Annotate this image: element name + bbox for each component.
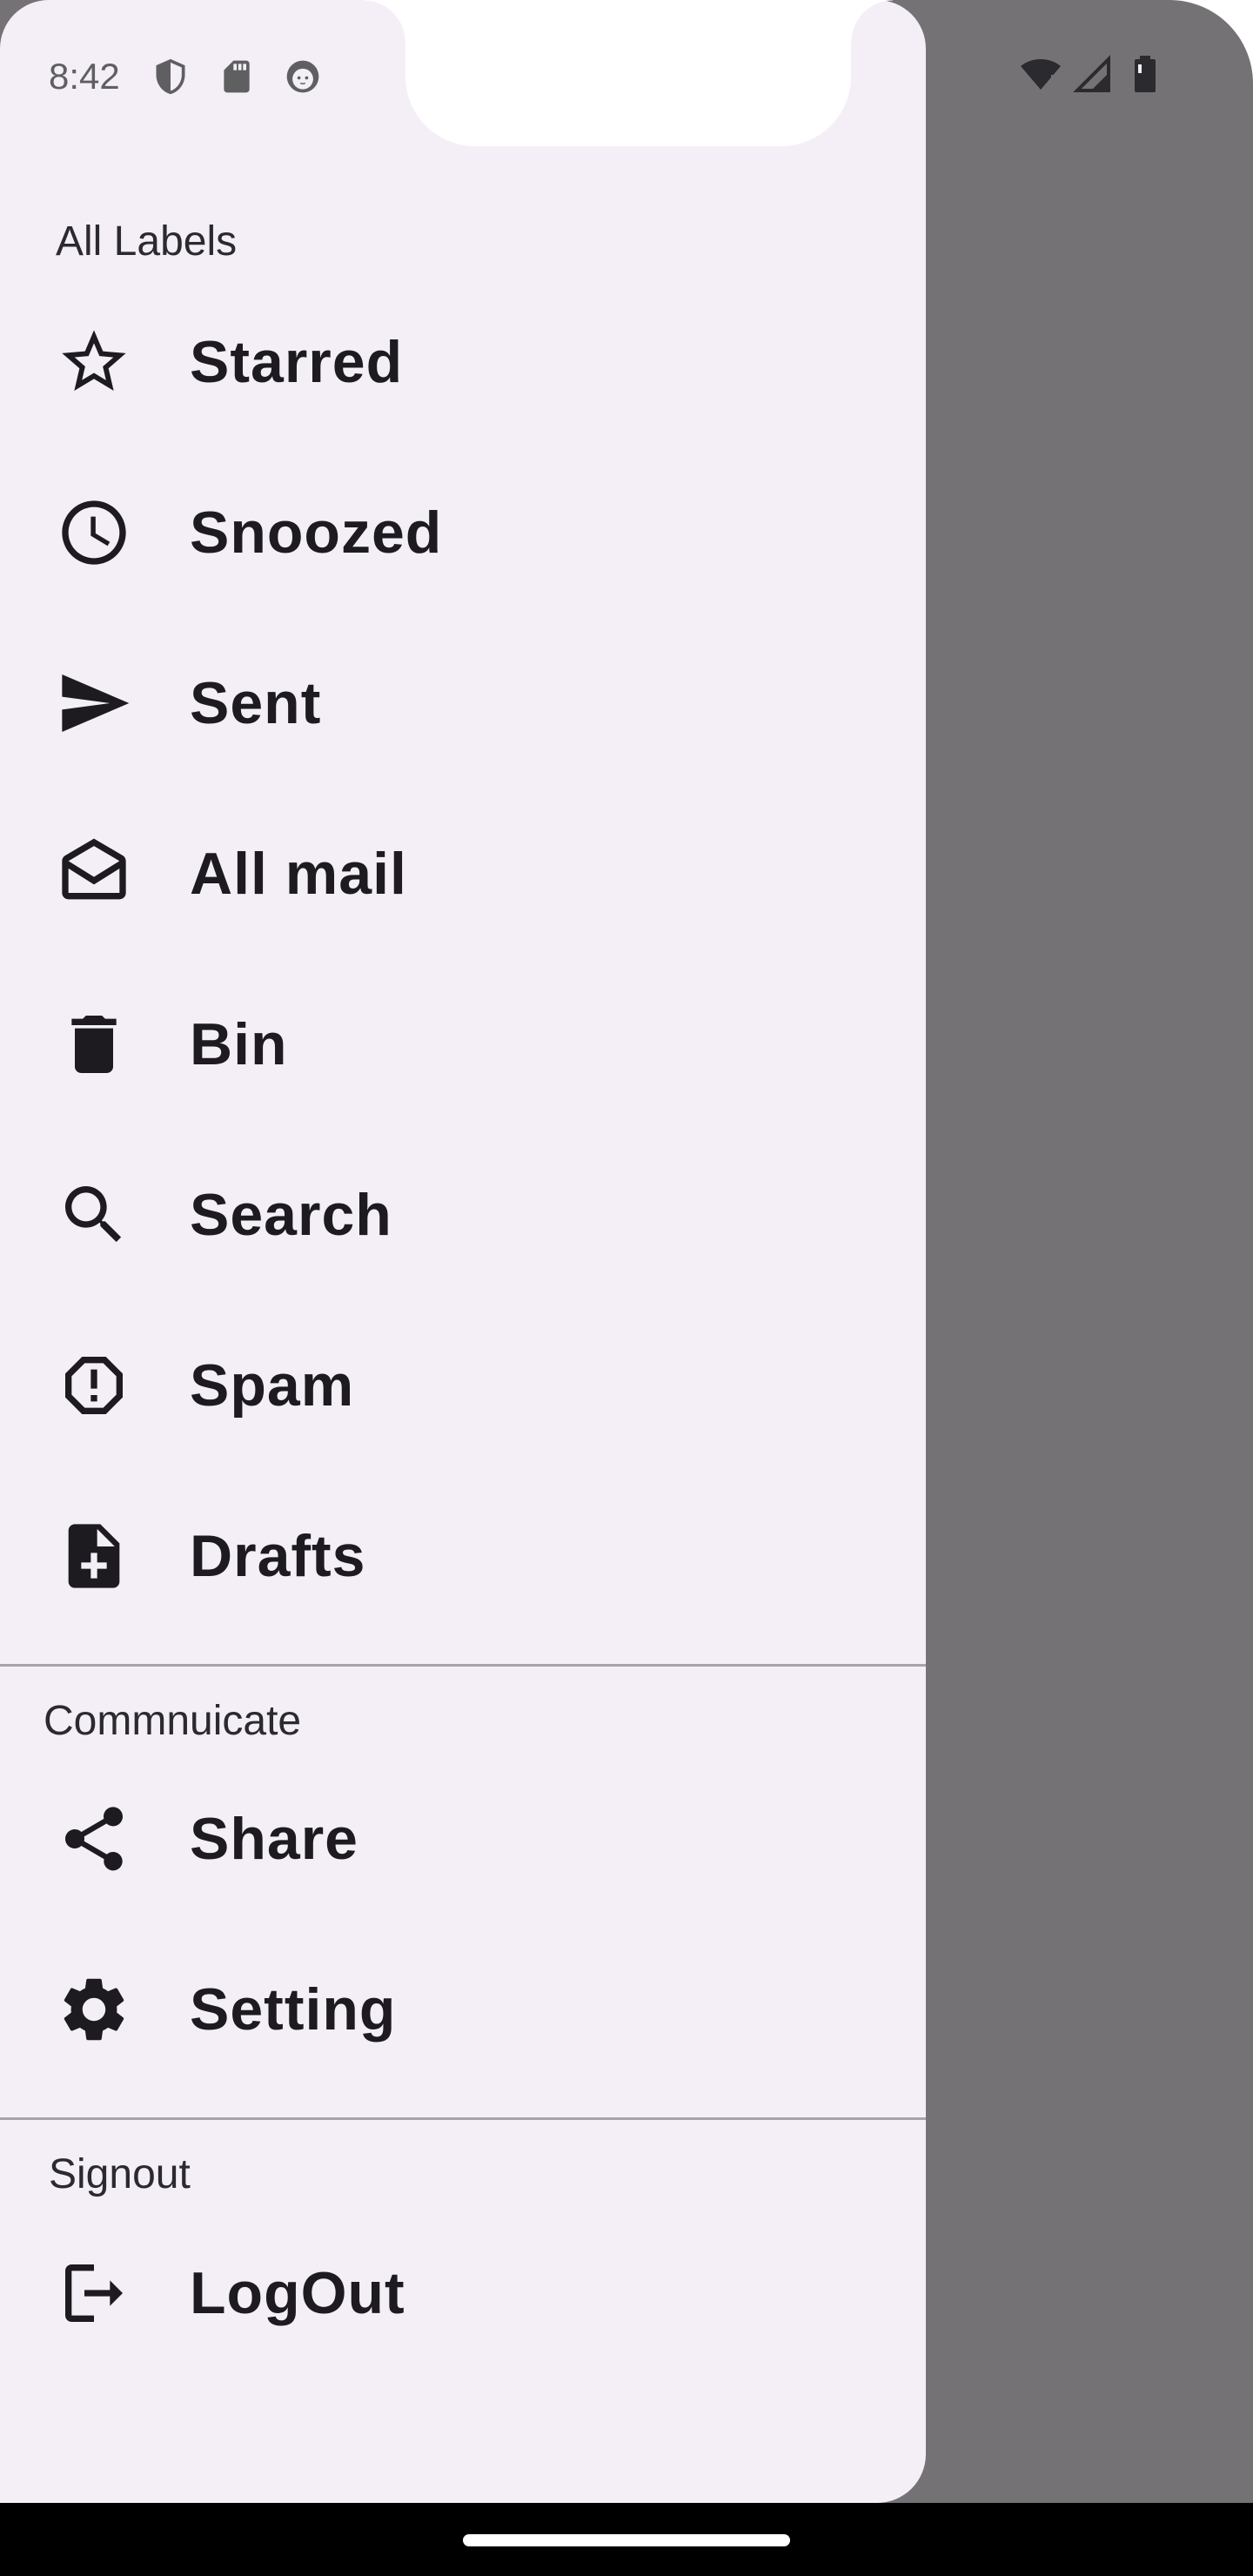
sd-card-icon <box>218 57 256 96</box>
drawer-item-label: Search <box>190 1182 392 1248</box>
section-title-signout: Signout <box>49 2151 191 2197</box>
report-icon <box>56 1347 132 1424</box>
section-title-all-labels: All Labels <box>56 218 238 265</box>
drawer-item-snoozed[interactable]: Snoozed <box>0 447 926 618</box>
wifi-icon <box>1020 54 1061 92</box>
status-bar-right <box>1015 52 1171 94</box>
drawer-item-label: Share <box>190 1806 358 1872</box>
drawer-item-all-mail[interactable]: All mail <box>0 788 926 959</box>
section-title-communicate: Commnuicate <box>44 1698 302 1744</box>
drawer-item-sent[interactable]: Sent <box>0 618 926 788</box>
drawer-item-label: Drafts <box>190 1523 366 1589</box>
section-divider <box>0 2117 926 2120</box>
navigation-drawer: All Labels Starred Snoozed Sent All mail… <box>0 0 926 2503</box>
note-add-icon <box>56 1518 132 1594</box>
drawer-item-label: All mail <box>190 841 407 907</box>
drawer-item-starred[interactable]: Starred <box>0 277 926 447</box>
drawer-item-spam[interactable]: Spam <box>0 1300 926 1471</box>
section-divider <box>0 1664 926 1667</box>
clock-icon <box>56 494 132 571</box>
drawer-item-label: Setting <box>190 1976 397 2043</box>
drawer-item-label: LogOut <box>190 2260 405 2326</box>
drawer-item-label: Spam <box>190 1352 355 1419</box>
share-icon <box>56 1801 132 1877</box>
status-bar-left: 8:42 <box>49 45 350 108</box>
send-icon <box>56 665 132 741</box>
drawer-item-setting[interactable]: Setting <box>0 1924 926 2095</box>
battery-icon <box>1124 54 1163 92</box>
mail-open-icon <box>56 835 132 912</box>
status-time: 8:42 <box>49 56 120 97</box>
trash-icon <box>56 1006 132 1083</box>
camera-notch <box>364 0 893 146</box>
drawer-item-label: Sent <box>190 670 322 736</box>
drawer-item-label: Starred <box>190 329 404 395</box>
drawer-item-logout[interactable]: LogOut <box>0 2208 926 2378</box>
logout-icon <box>56 2255 132 2331</box>
drawer-item-label: Bin <box>190 1011 288 1077</box>
shield-icon <box>151 57 190 96</box>
drawer-item-drafts[interactable]: Drafts <box>0 1471 926 1641</box>
search-icon <box>56 1177 132 1253</box>
home-handle[interactable] <box>463 2534 790 2546</box>
cat-face-icon <box>284 57 322 96</box>
signal-icon <box>1072 54 1110 92</box>
star-outline-icon <box>56 324 132 400</box>
drawer-item-label: Snoozed <box>190 500 443 566</box>
gesture-nav-bar <box>0 2503 1253 2576</box>
drawer-item-share[interactable]: Share <box>0 1754 926 1924</box>
gear-icon <box>56 1971 132 2048</box>
drawer-item-bin[interactable]: Bin <box>0 959 926 1130</box>
drawer-item-search[interactable]: Search <box>0 1130 926 1300</box>
